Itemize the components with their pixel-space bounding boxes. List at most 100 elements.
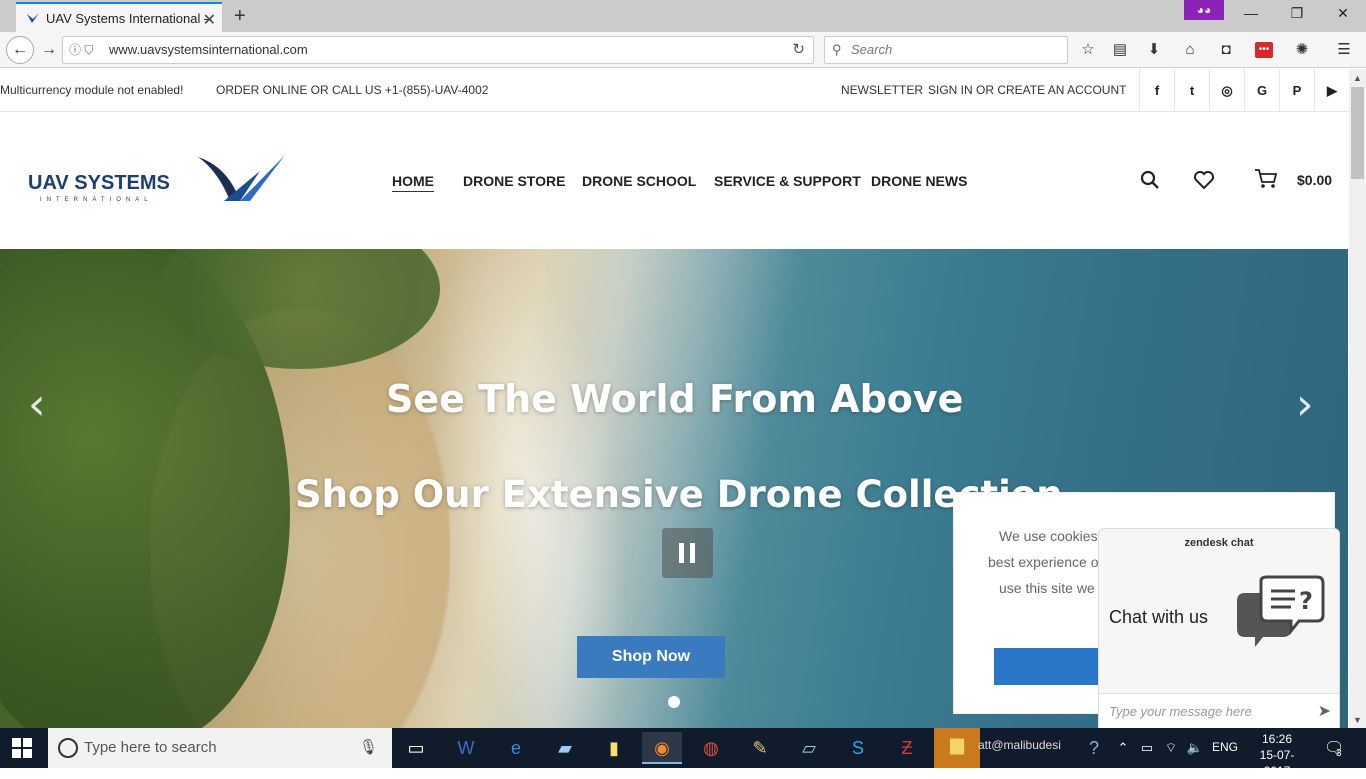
site-info-icon[interactable]: ⓘ ⛉ (69, 37, 93, 63)
pinterest-icon[interactable]: P (1279, 69, 1314, 112)
search-icon: ⚲ (832, 42, 842, 57)
pc-app-icon[interactable]: ▰ (545, 732, 585, 764)
windows-start-icon[interactable] (12, 738, 32, 758)
edge-app-icon[interactable]: e (496, 732, 536, 764)
filezilla-app-icon[interactable]: Ƶ (887, 732, 927, 764)
url-bar[interactable]: ⓘ ⛉ www.uavsystemsinternational.com ↻ (62, 36, 814, 64)
sticky-notes-icon[interactable]: ▮ (594, 732, 634, 764)
paint-app-icon[interactable]: ✎ (740, 732, 780, 764)
cortana-icon (58, 738, 78, 758)
windows-taskbar: Type here to search 🎙 ▭ W e ▰ ▮ ◉ ◍ ✎ ▱ … (0, 728, 1366, 778)
tray-chevron-icon[interactable]: ⌃ (1114, 732, 1132, 764)
clock-time: 16:26 (1261, 732, 1293, 746)
pause-icon[interactable] (662, 528, 713, 578)
zendesk-chat-widget[interactable]: zendesk chat Chat with us ? Type your me… (1098, 528, 1340, 729)
back-arrow-icon[interactable]: ← (6, 36, 34, 64)
volume-icon[interactable]: 🔈 (1184, 732, 1206, 764)
scrollbar-thumb[interactable] (1351, 87, 1364, 179)
task-view-icon[interactable]: ▭ (396, 732, 436, 764)
nav-drone-store[interactable]: DRONE STORE (463, 173, 565, 189)
nav-drone-news[interactable]: DRONE NEWS (871, 173, 967, 189)
bookmark-star-icon[interactable]: ☆ (1076, 38, 1100, 62)
site-top-bar: Multicurrency module not enabled! ORDER … (0, 69, 1350, 112)
cookie-text-line-2: best experience o (988, 554, 1099, 570)
logo-subtext: INTERNATIONAL (40, 197, 153, 203)
file-explorer-icon[interactable]: ▆ (934, 728, 980, 768)
facebook-icon[interactable]: f (1139, 69, 1174, 112)
skype-app-icon[interactable]: S (838, 732, 878, 764)
browser-tab-bar: UAV Systems International – ✕ + ◕◕ — ❐ ✕ (0, 0, 1366, 32)
new-tab-icon[interactable]: + (234, 5, 246, 28)
page-scrollbar[interactable]: ▲ ▼ (1349, 69, 1366, 728)
url-text: www.uavsystemsinternational.com (109, 42, 308, 57)
instagram-icon[interactable]: ◎ (1209, 69, 1244, 112)
currency-notice: Multicurrency module not enabled! (0, 83, 184, 97)
nav-service-support[interactable]: SERVICE & SUPPORT (714, 173, 861, 189)
taskbar-clock[interactable]: 16:26 15-07-2017 (1249, 731, 1305, 779)
send-icon[interactable]: ➤ (1318, 694, 1331, 730)
home-icon[interactable]: ⌂ (1178, 38, 1202, 62)
download-icon[interactable]: ⬇ (1142, 38, 1166, 62)
slider-dot[interactable] (668, 696, 680, 708)
scroll-down-icon[interactable]: ▼ (1349, 715, 1366, 725)
logo-text: UAV SYSTEMS (28, 172, 170, 194)
forward-arrow-icon[interactable]: → (36, 38, 62, 62)
pocket-icon[interactable]: ◘ (1214, 38, 1238, 62)
reading-list-icon[interactable]: ▤ (1108, 38, 1132, 62)
language-indicator[interactable]: ENG (1212, 740, 1238, 754)
wifi-icon[interactable]: ⌔ (1160, 732, 1182, 764)
menu-hamburger-icon[interactable]: ☰ (1332, 38, 1356, 62)
zendesk-brand: zendesk chat (1184, 537, 1254, 549)
cart-total[interactable]: $0.00 (1297, 172, 1332, 188)
restore-icon[interactable]: ❐ (1282, 5, 1312, 22)
uav-systems-logo[interactable]: UAV SYSTEMS INTERNATIONAL (28, 153, 288, 207)
cookie-text-line-1: We use cookies (999, 528, 1098, 544)
hero-subtitle: Shop Our Extensive Drone Collection (295, 473, 1063, 516)
chat-message-input[interactable]: Type your message here ➤ (1099, 693, 1339, 729)
google-icon[interactable]: G (1244, 69, 1279, 112)
account-link[interactable]: SIGN IN OR CREATE AN ACCOUNT (928, 83, 1126, 97)
notes-app-icon[interactable]: ▱ (789, 732, 829, 764)
firefox-app-icon[interactable]: ◉ (642, 732, 682, 764)
youtube-icon[interactable]: ▶ (1314, 69, 1349, 112)
chat-input-placeholder: Type your message here (1109, 704, 1252, 719)
notification-count: 3 (1336, 748, 1342, 759)
scroll-up-icon[interactable]: ▲ (1349, 73, 1366, 83)
taskbar-email-text: att@malibudesi (978, 738, 1061, 752)
help-icon[interactable]: ? (1074, 732, 1114, 764)
window-close-icon[interactable]: ✕ (1328, 5, 1358, 22)
word-app-icon[interactable]: W (446, 732, 486, 764)
taskbar-search-placeholder: Type here to search (84, 739, 217, 756)
browser-search-input[interactable]: ⚲ Search (824, 36, 1068, 64)
private-mask-icon: ◕◕ (1184, 0, 1224, 20)
svg-text:?: ? (1299, 587, 1313, 615)
reload-icon[interactable]: ↻ (792, 37, 805, 63)
wishlist-heart-icon[interactable] (1193, 170, 1215, 190)
taskbar-search-input[interactable]: Type here to search 🎙 (48, 728, 392, 768)
clock-date: 15-07-2017 (1259, 748, 1295, 778)
chrome-app-icon[interactable]: ◍ (691, 732, 731, 764)
cart-icon[interactable] (1254, 168, 1278, 190)
chat-bubble-icon: ? (1237, 575, 1325, 647)
chat-heading[interactable]: Chat with us (1109, 607, 1208, 628)
microphone-icon[interactable]: 🎙 (359, 728, 378, 768)
browser-tab[interactable]: UAV Systems International – ✕ (16, 2, 222, 32)
order-phone-text: ORDER ONLINE OR CALL US +1-(855)-UAV-400… (216, 83, 489, 97)
tab-close-icon[interactable]: ✕ (203, 10, 216, 30)
extension-icon[interactable]: ••• (1255, 42, 1273, 58)
ghostery-icon[interactable]: ✺ (1290, 38, 1314, 62)
minimize-icon[interactable]: — (1236, 5, 1266, 21)
nav-drone-school[interactable]: DRONE SCHOOL (582, 173, 696, 189)
nav-home[interactable]: HOME (392, 173, 434, 192)
hero-title: See The World From Above (386, 377, 964, 421)
shop-now-button[interactable]: Shop Now (577, 636, 725, 678)
twitter-icon[interactable]: t (1174, 69, 1209, 112)
search-placeholder: Search (851, 42, 893, 57)
newsletter-link[interactable]: NEWSLETTER (841, 83, 923, 97)
slider-next-arrow-icon[interactable]: › (1296, 379, 1314, 430)
battery-icon[interactable]: ▭ (1136, 732, 1158, 764)
tab-title: UAV Systems International – (46, 10, 212, 26)
slider-prev-arrow-icon[interactable]: ‹ (28, 379, 46, 430)
search-icon[interactable] (1140, 170, 1160, 190)
cookie-text-line-3: use this site we w (999, 580, 1109, 596)
